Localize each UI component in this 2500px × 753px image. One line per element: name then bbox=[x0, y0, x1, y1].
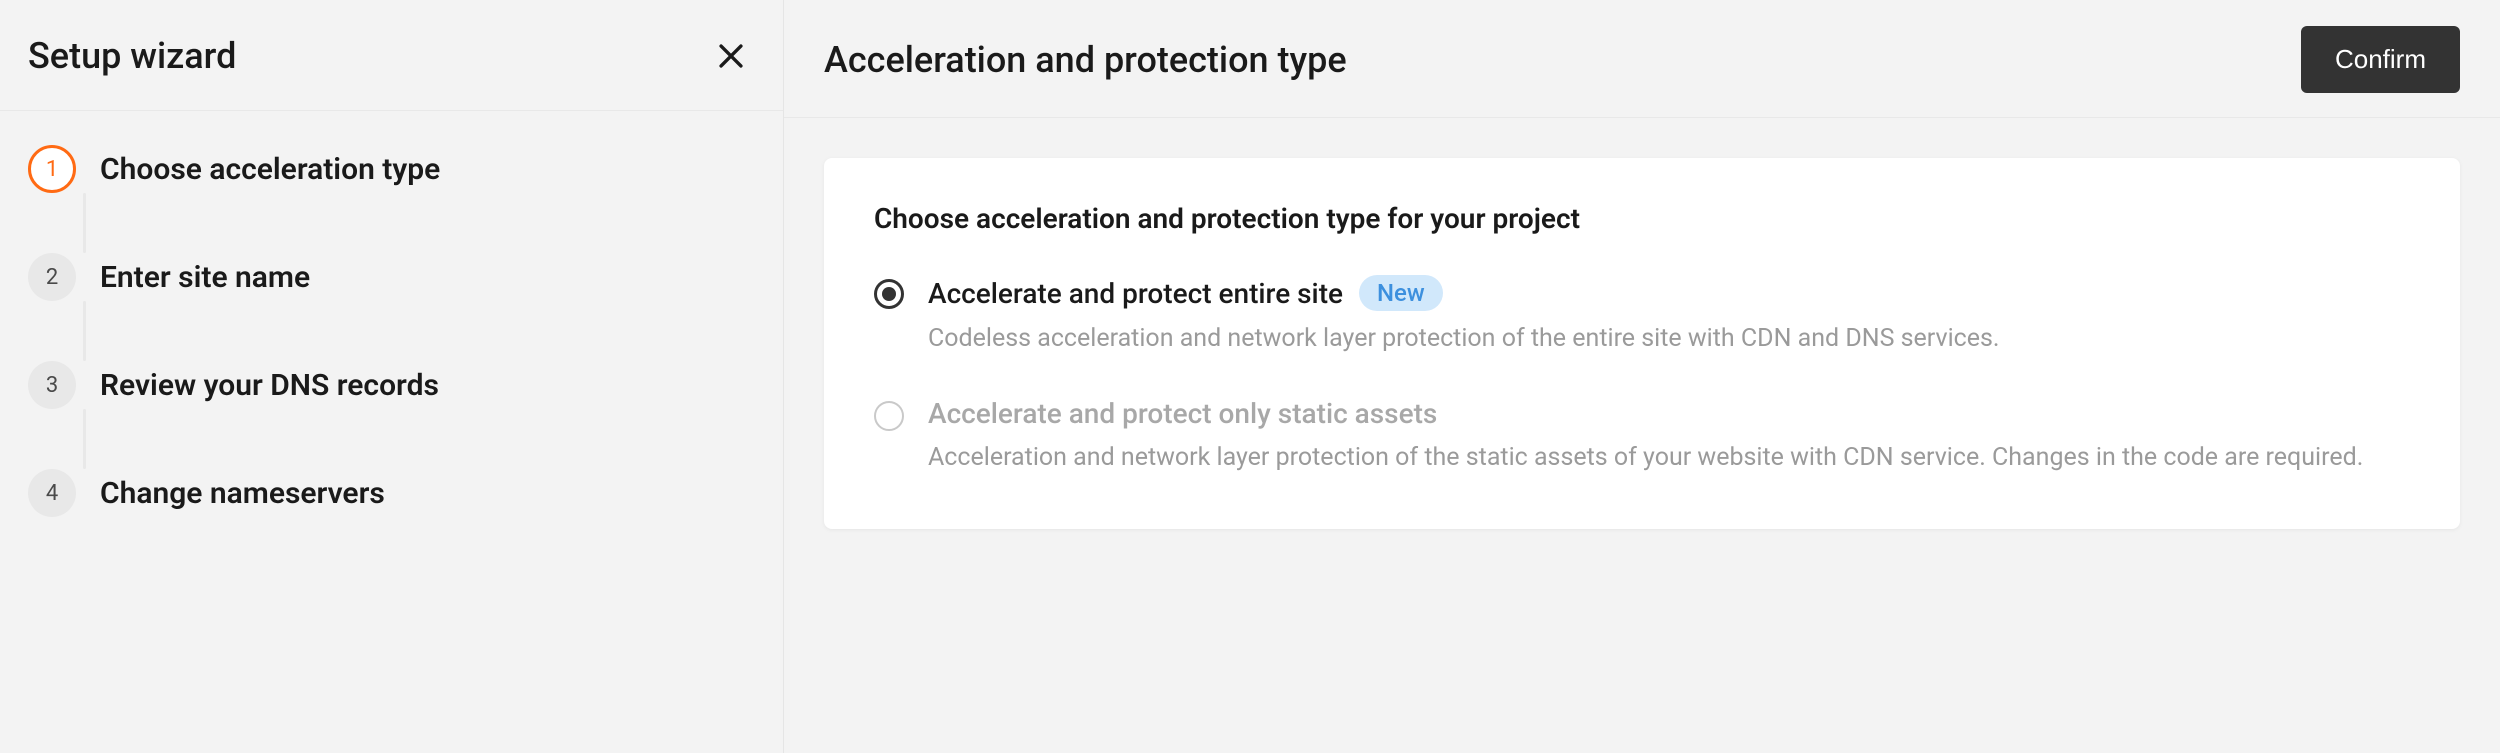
sidebar-title: Setup wizard bbox=[28, 35, 236, 77]
option-title-row: Accelerate and protect entire site New bbox=[928, 275, 2410, 311]
close-icon bbox=[714, 39, 748, 73]
main-panel: Acceleration and protection type Confirm… bbox=[784, 0, 2500, 753]
step-label: Review your DNS records bbox=[100, 368, 439, 403]
step-label: Change nameservers bbox=[100, 476, 385, 511]
confirm-button[interactable]: Confirm bbox=[2301, 26, 2460, 93]
option-title: Accelerate and protect only static asset… bbox=[928, 397, 1437, 430]
option-body: Accelerate and protect entire site New C… bbox=[928, 275, 2410, 357]
option-static-assets[interactable]: Accelerate and protect only static asset… bbox=[874, 397, 2410, 476]
main-header: Acceleration and protection type Confirm bbox=[784, 0, 2500, 118]
step-change-nameservers[interactable]: 4 Change nameservers bbox=[28, 469, 755, 517]
radio-unselected-icon bbox=[874, 401, 904, 431]
sidebar-header: Setup wizard bbox=[0, 0, 783, 111]
close-button[interactable] bbox=[707, 32, 755, 80]
option-entire-site[interactable]: Accelerate and protect entire site New C… bbox=[874, 275, 2410, 357]
step-label: Choose acceleration type bbox=[100, 152, 440, 187]
main-body: Choose acceleration and protection type … bbox=[784, 118, 2500, 529]
option-description: Acceleration and network layer protectio… bbox=[928, 440, 2410, 476]
option-description: Codeless acceleration and network layer … bbox=[928, 321, 2410, 357]
step-connector bbox=[83, 409, 86, 469]
step-review-dns-records[interactable]: 3 Review your DNS records bbox=[28, 361, 755, 409]
step-connector bbox=[83, 301, 86, 361]
wizard-steps: 1 Choose acceleration type 2 Enter site … bbox=[0, 111, 783, 517]
wizard-sidebar: Setup wizard 1 Choose acceleration type … bbox=[0, 0, 784, 753]
step-number-badge: 1 bbox=[28, 145, 76, 193]
page-title: Acceleration and protection type bbox=[824, 39, 1347, 81]
option-title-row: Accelerate and protect only static asset… bbox=[928, 397, 2410, 430]
options-card: Choose acceleration and protection type … bbox=[824, 158, 2460, 529]
card-heading: Choose acceleration and protection type … bbox=[874, 202, 2410, 235]
step-choose-acceleration-type[interactable]: 1 Choose acceleration type bbox=[28, 145, 755, 193]
step-label: Enter site name bbox=[100, 260, 310, 295]
option-body: Accelerate and protect only static asset… bbox=[928, 397, 2410, 476]
radio-selected-icon bbox=[874, 279, 904, 309]
option-title: Accelerate and protect entire site bbox=[928, 277, 1343, 310]
step-number-badge: 4 bbox=[28, 469, 76, 517]
step-connector bbox=[83, 193, 86, 253]
step-enter-site-name[interactable]: 2 Enter site name bbox=[28, 253, 755, 301]
step-number-badge: 2 bbox=[28, 253, 76, 301]
new-badge: New bbox=[1359, 275, 1443, 311]
step-number-badge: 3 bbox=[28, 361, 76, 409]
